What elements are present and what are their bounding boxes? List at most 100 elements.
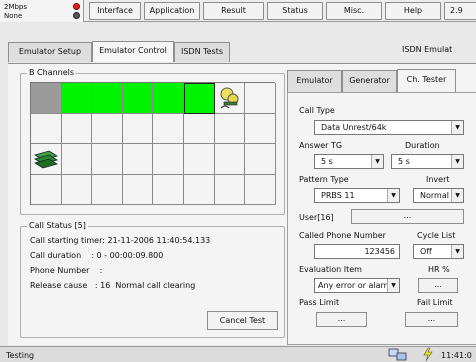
call-type-label: Call Type bbox=[299, 106, 335, 115]
tab-ch-tester[interactable]: Ch. Tester bbox=[397, 69, 456, 92]
channel-cell[interactable] bbox=[122, 113, 154, 145]
channel-cell[interactable] bbox=[153, 113, 184, 145]
menu-bar: 2Mbps None Interface Application Result … bbox=[0, 0, 476, 22]
evaluation-item-value: Any error or alarm bbox=[318, 281, 392, 290]
menu-misc[interactable]: Misc. bbox=[326, 2, 382, 20]
hr-button[interactable]: ... bbox=[418, 278, 458, 293]
channel-cell[interactable] bbox=[214, 83, 246, 114]
channel-cell[interactable] bbox=[214, 144, 246, 175]
channel-cell[interactable] bbox=[245, 83, 276, 114]
invert-label: Invert bbox=[426, 175, 450, 184]
duration-value: 5 s bbox=[398, 157, 410, 166]
answer-tg-select[interactable]: 5 s ▼ bbox=[314, 154, 384, 169]
invert-value: Normal bbox=[420, 191, 449, 200]
call-duration: Call duration : 0 - 00:00:09.800 bbox=[30, 251, 164, 260]
pattern-type-value: PRBS 11 bbox=[321, 191, 355, 200]
interface-status-box: 2Mbps None bbox=[0, 0, 84, 22]
isdn-emulator-title: ISDN Emulat bbox=[402, 45, 453, 54]
channel-cell[interactable] bbox=[122, 83, 154, 114]
hr-label: HR % bbox=[428, 265, 450, 274]
tab-emulator-setup[interactable]: Emulator Setup bbox=[8, 42, 92, 62]
channel-cell[interactable] bbox=[31, 144, 62, 175]
user-button[interactable]: ... bbox=[351, 209, 464, 224]
menu-result[interactable]: Result bbox=[203, 2, 264, 20]
channel-cell-selected[interactable] bbox=[183, 83, 215, 114]
status-bar: Testing 11:41:0 bbox=[0, 346, 476, 362]
tab-emulator[interactable]: Emulator bbox=[287, 70, 342, 92]
chevron-down-icon: ▼ bbox=[451, 245, 463, 258]
status-mode: None bbox=[4, 12, 23, 20]
alarm-led-icon bbox=[73, 3, 80, 10]
chevron-down-icon: ▼ bbox=[387, 189, 399, 202]
channel-cell[interactable] bbox=[245, 144, 276, 175]
channel-cell[interactable] bbox=[214, 174, 246, 206]
answer-tg-label: Answer TG bbox=[299, 141, 343, 150]
channel-cell[interactable] bbox=[61, 144, 93, 175]
release-cause: Release cause : 16 Normal call clearing bbox=[30, 281, 196, 290]
channel-cell[interactable] bbox=[122, 144, 154, 175]
answer-tg-value: 5 s bbox=[321, 157, 333, 166]
called-number-field[interactable]: 123456 bbox=[314, 244, 400, 259]
channel-cell[interactable] bbox=[245, 113, 276, 145]
cycle-list-select[interactable]: Off ▼ bbox=[413, 244, 464, 259]
channel-cell[interactable] bbox=[214, 113, 246, 145]
channel-cell[interactable] bbox=[153, 174, 184, 206]
channel-cell[interactable] bbox=[61, 174, 93, 206]
tab-generator[interactable]: Generator bbox=[342, 70, 397, 92]
channel-cell[interactable] bbox=[92, 144, 123, 175]
channel-cell[interactable] bbox=[92, 83, 123, 114]
channel-cell[interactable] bbox=[183, 174, 215, 206]
clock: 11:41:0 bbox=[441, 351, 472, 360]
call-status-title: Call Status [5] bbox=[27, 221, 88, 230]
menu-help[interactable]: Help bbox=[385, 2, 441, 20]
pass-limit-label: Pass Limit bbox=[299, 298, 340, 307]
menu-interface[interactable]: Interface bbox=[89, 2, 141, 20]
evaluation-item-label: Evaluation Item bbox=[299, 265, 362, 274]
channel-cell[interactable] bbox=[183, 113, 215, 145]
cycle-list-value: Off bbox=[420, 247, 432, 256]
status-text: Testing bbox=[6, 351, 35, 360]
pattern-type-label: Pattern Type bbox=[299, 175, 349, 184]
channel-cell[interactable] bbox=[92, 174, 123, 206]
call-starting-timer: Call starting timer: 21-11-2006 11:40:54… bbox=[30, 236, 211, 245]
b-channel-grid bbox=[30, 82, 276, 206]
network-icon bbox=[388, 348, 407, 361]
channel-cell[interactable] bbox=[61, 83, 93, 114]
channel-cell[interactable] bbox=[92, 113, 123, 145]
phone-call-icon bbox=[220, 87, 239, 109]
duration-select[interactable]: 5 s ▼ bbox=[391, 154, 464, 169]
duration-label: Duration bbox=[405, 141, 440, 150]
menu-status[interactable]: Status bbox=[267, 2, 323, 20]
channel-cell[interactable] bbox=[61, 113, 93, 145]
money-stack-icon bbox=[34, 150, 58, 169]
pass-limit-button[interactable]: ... bbox=[316, 312, 367, 327]
pattern-type-select[interactable]: PRBS 11 ▼ bbox=[314, 188, 400, 203]
channel-cell[interactable] bbox=[153, 83, 184, 114]
fail-limit-label: Fail Limit bbox=[417, 298, 453, 307]
tab-emulator-control[interactable]: Emulator Control bbox=[92, 41, 174, 62]
user-label: User[16] bbox=[299, 213, 334, 222]
channel-cell[interactable] bbox=[245, 174, 276, 206]
channel-cell[interactable] bbox=[31, 83, 62, 114]
channel-cell[interactable] bbox=[31, 113, 62, 145]
evaluation-item-select[interactable]: Any error or alarm ▼ bbox=[314, 278, 400, 293]
cancel-test-button[interactable]: Cancel Test bbox=[207, 311, 278, 330]
power-icon bbox=[423, 347, 433, 362]
phone-number: Phone Number : bbox=[30, 266, 103, 275]
b-channels-title: B Channels bbox=[27, 68, 77, 77]
channel-cell[interactable] bbox=[153, 144, 184, 175]
chevron-down-icon: ▼ bbox=[371, 155, 383, 168]
menu-application[interactable]: Application bbox=[144, 2, 200, 20]
tab-isdn-tests[interactable]: ISDN Tests bbox=[174, 42, 230, 62]
fail-limit-button[interactable]: ... bbox=[405, 312, 458, 327]
channel-cell[interactable] bbox=[122, 174, 154, 206]
call-type-value: Data Unrest/64k bbox=[321, 123, 387, 132]
invert-select[interactable]: Normal ▼ bbox=[413, 188, 464, 203]
chevron-down-icon: ▼ bbox=[451, 189, 463, 202]
channel-cell[interactable] bbox=[31, 174, 62, 206]
call-type-select[interactable]: Data Unrest/64k ▼ bbox=[314, 120, 464, 135]
chevron-down-icon: ▼ bbox=[387, 279, 399, 292]
channel-cell[interactable] bbox=[183, 144, 215, 175]
chevron-down-icon: ▼ bbox=[451, 121, 463, 134]
menu-version[interactable]: 2.9 bbox=[444, 2, 476, 20]
